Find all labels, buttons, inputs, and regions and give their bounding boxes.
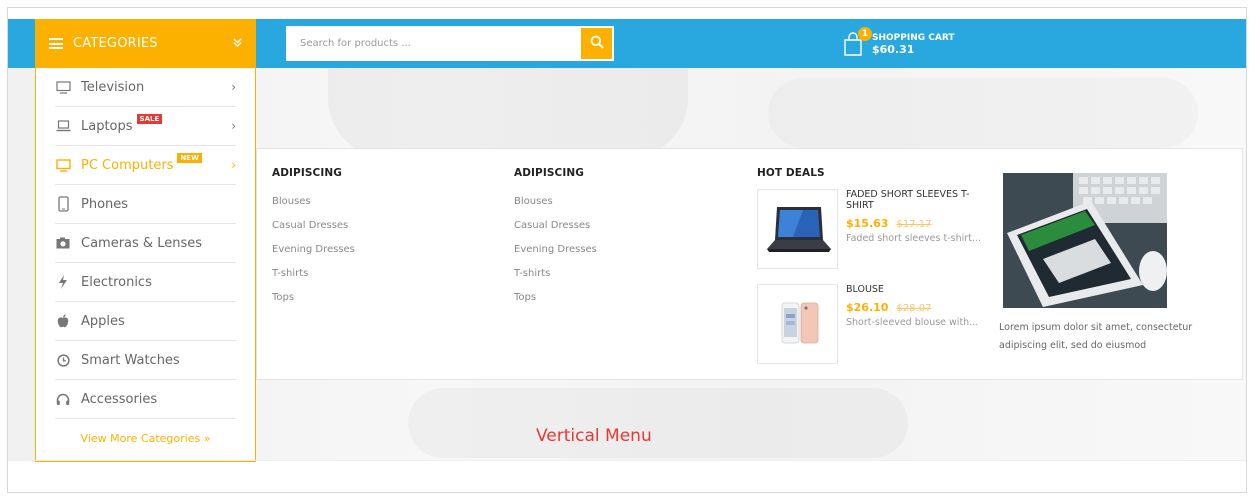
chevron-right-icon: › — [231, 119, 236, 133]
categories-toggle[interactable]: CATEGORIES — [35, 19, 256, 68]
clock-icon — [55, 353, 71, 367]
menu-item-label: Cameras & Lenses — [81, 235, 202, 251]
mega-menu-panel: ADIPISCING Blouses Casual Dresses Evenin… — [256, 148, 1243, 380]
column-link[interactable]: Casual Dresses — [514, 213, 597, 237]
divider — [8, 460, 1246, 461]
column-link[interactable]: Tops — [514, 285, 597, 309]
menu-item-smart-watches[interactable]: Smart Watches — [55, 341, 236, 380]
hero-shape — [328, 68, 688, 158]
search-icon — [590, 34, 604, 53]
hero-shape — [768, 78, 1198, 148]
promo-banner-image[interactable] — [1003, 173, 1167, 308]
menu-item-label: Television — [81, 79, 145, 95]
double-chevron-down-icon — [233, 37, 242, 50]
hot-deal-product[interactable]: BLOUSE $26.10 $28.07 Short-sleeved blous… — [757, 284, 981, 364]
menu-item-accessories[interactable]: Accessories — [55, 380, 236, 419]
product-name[interactable]: BLOUSE — [846, 284, 981, 295]
column-link[interactable]: Tops — [272, 285, 355, 309]
bolt-icon — [55, 275, 71, 289]
column-link[interactable]: T-shirts — [514, 261, 597, 285]
menu-item-label: PC Computers — [81, 157, 174, 173]
shopping-cart[interactable]: 1 SHOPPING CART $60.31 — [842, 26, 955, 62]
column-title: ADIPISCING — [514, 167, 584, 179]
menu-item-phones[interactable]: Phones — [55, 185, 236, 224]
camera-icon — [55, 237, 71, 249]
menu-item-television[interactable]: Television › — [55, 68, 236, 107]
menu-item-pc-computers[interactable]: PC Computers NEW › — [55, 146, 236, 185]
search-box — [286, 26, 614, 61]
column-link[interactable]: Evening Dresses — [514, 237, 597, 261]
menu-item-label: Electronics — [81, 274, 152, 290]
view-more-categories-link[interactable]: View More Categories » — [55, 419, 236, 457]
phone-icon — [55, 196, 71, 212]
menu-item-apples[interactable]: Apples — [55, 302, 236, 341]
column-link[interactable]: Blouses — [514, 189, 597, 213]
product-description: Faded short sleeves t-shirt... — [846, 233, 981, 244]
sale-badge: SALE — [136, 114, 163, 124]
column-link[interactable]: Casual Dresses — [272, 213, 355, 237]
mega-column: ADIPISCING Blouses Casual Dresses Evenin… — [514, 167, 597, 309]
laptop-icon — [55, 120, 71, 132]
product-price: $15.63 — [846, 217, 889, 230]
search-input[interactable] — [288, 28, 581, 59]
column-link[interactable]: Evening Dresses — [272, 237, 355, 261]
categories-label: CATEGORIES — [73, 36, 158, 51]
apple-icon — [55, 314, 71, 328]
chevron-right-icon: › — [231, 80, 236, 94]
mega-column: ADIPISCING Blouses Casual Dresses Evenin… — [272, 167, 355, 309]
menu-item-label: Apples — [81, 313, 125, 329]
vertical-menu: Television › Laptops SALE › PC Computers… — [35, 68, 256, 462]
hot-deal-product[interactable]: FADED SHORT SLEEVES T-SHIRT $15.63 $17.1… — [757, 189, 981, 269]
hot-deals-title: HOT DEALS — [757, 167, 825, 179]
menu-item-label: Phones — [81, 196, 129, 212]
menu-item-label: Smart Watches — [81, 352, 180, 368]
product-name[interactable]: FADED SHORT SLEEVES T-SHIRT — [846, 189, 981, 211]
cart-total: $60.31 — [872, 43, 915, 56]
monitor-icon — [55, 158, 71, 172]
product-image-laptop[interactable] — [757, 189, 838, 269]
chevron-right-icon: › — [231, 158, 236, 172]
product-old-price: $17.17 — [896, 219, 932, 230]
column-link[interactable]: Blouses — [272, 189, 355, 213]
headphones-icon — [55, 393, 71, 406]
hero-shape — [408, 388, 908, 458]
promo-text: Lorem ipsum dolor sit amet, consectetur … — [999, 322, 1193, 351]
product-old-price: $28.07 — [896, 303, 932, 314]
menu-item-electronics[interactable]: Electronics — [55, 263, 236, 302]
new-badge: NEW — [177, 153, 202, 163]
product-description: Short-sleeved blouse with... — [846, 317, 979, 328]
menu-item-cameras[interactable]: Cameras & Lenses — [55, 224, 236, 263]
menu-item-laptops[interactable]: Laptops SALE › — [55, 107, 236, 146]
page-frame: CATEGORIES 1 SHOPPING CART $60.31 Televi… — [7, 7, 1247, 493]
hamburger-icon — [49, 38, 63, 49]
product-price: $26.10 — [846, 301, 889, 314]
search-button[interactable] — [581, 28, 612, 59]
product-image-phones[interactable] — [757, 284, 838, 364]
column-link[interactable]: T-shirts — [272, 261, 355, 285]
television-icon — [55, 80, 71, 94]
hot-deals-column: HOT DEALS — [757, 167, 825, 189]
cart-bag-icon: 1 — [842, 27, 872, 57]
cart-count-badge: 1 — [858, 27, 872, 41]
column-title: ADIPISCING — [272, 167, 342, 179]
vertical-menu-caption: Vertical Menu — [536, 426, 652, 446]
menu-item-label: Accessories — [81, 391, 158, 407]
menu-item-label: Laptops — [81, 118, 133, 134]
